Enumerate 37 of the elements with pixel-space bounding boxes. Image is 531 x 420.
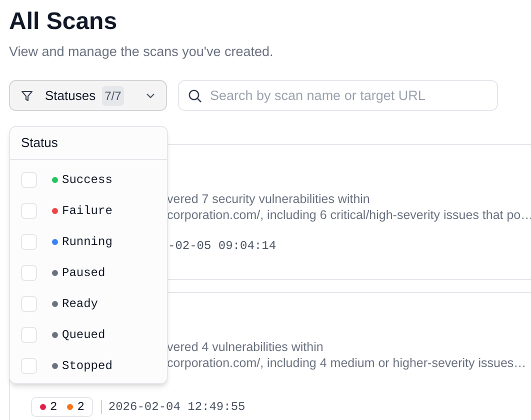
- scan-date: -02-05 09:04:14: [168, 238, 276, 256]
- status-option[interactable]: Paused: [10, 257, 167, 288]
- checkbox[interactable]: [21, 296, 37, 312]
- status-label: Stopped: [62, 358, 112, 374]
- status-label: Failure: [62, 202, 112, 220]
- scan-description: corporation.com/, including 4 medium or higher-severity issues…: [167, 355, 526, 372]
- checkbox[interactable]: [21, 358, 37, 374]
- scan-description: vered 7 security vulnerabilities within: [167, 191, 370, 208]
- status-option[interactable]: Failure: [10, 195, 167, 226]
- checkbox[interactable]: [21, 326, 37, 342]
- chevron-down-icon: [146, 92, 155, 99]
- checkbox[interactable]: [21, 234, 37, 250]
- filter-icon: [21, 90, 33, 102]
- status-label: Paused: [62, 264, 106, 282]
- checkbox[interactable]: [21, 202, 37, 218]
- status-option[interactable]: Success: [10, 164, 167, 195]
- severity-count: 2: [77, 399, 84, 416]
- status-filter-button[interactable]: Statuses 7/7: [9, 80, 167, 112]
- severity-count: 2: [50, 399, 58, 416]
- scan-date: 2026-02-04 12:49:55: [108, 399, 246, 416]
- status-label: Running: [62, 234, 112, 250]
- scan-description: vered 4 vulnerabilities within: [167, 339, 324, 356]
- status-option[interactable]: Queued: [10, 319, 167, 350]
- status-option[interactable]: Running: [10, 226, 167, 257]
- search-icon: [188, 88, 202, 103]
- status-label: Queued: [62, 326, 106, 344]
- status-label: Ready: [62, 296, 98, 312]
- dropdown-heading: Status: [21, 134, 58, 152]
- status-option[interactable]: Stopped: [10, 350, 167, 381]
- status-label: Success: [62, 172, 112, 188]
- page-subtitle: View and manage the scans you've created.: [9, 43, 274, 61]
- page-title: All Scans: [9, 7, 118, 37]
- search-field[interactable]: Search by scan name or target URL: [178, 80, 498, 112]
- filter-label: Statuses: [45, 87, 96, 105]
- checkbox[interactable]: [21, 172, 37, 188]
- checkbox[interactable]: [21, 264, 37, 280]
- status-count-badge: 7/7: [102, 86, 124, 106]
